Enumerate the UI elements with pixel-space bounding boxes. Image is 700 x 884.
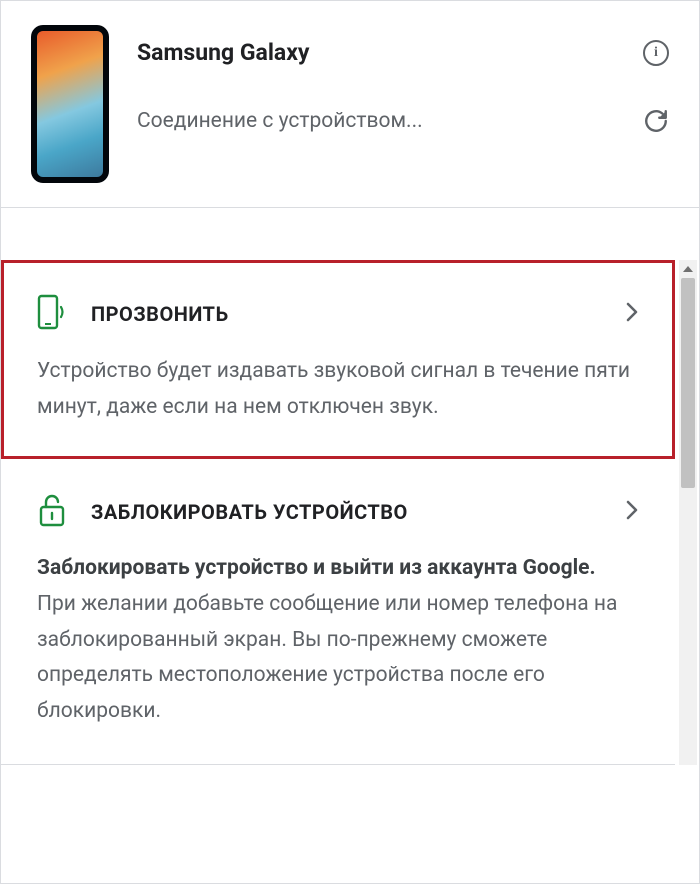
lock-card-header: ЗАБЛОКИРОВАТЬ УСТРОЙСТВО [37,493,639,531]
device-panel: Samsung Galaxy i Соединение с устройство… [0,0,700,884]
lock-title: ЗАБЛОКИРОВАТЬ УСТРОЙСТВО [91,500,408,524]
scrollbar-track[interactable] [679,260,697,765]
device-header: Samsung Galaxy i Соединение с устройство… [1,25,699,207]
status-row: Соединение с устройством... [137,108,669,134]
scrollbar-thumb[interactable] [681,278,695,488]
lock-description: Заблокировать устройство и выйти из акка… [37,551,639,729]
lock-description-rest: При желании добавьте сообщение или номер… [37,592,617,723]
ring-card-header: ПРОЗВОНИТЬ [37,294,639,334]
ring-device-card[interactable]: ПРОЗВОНИТЬ Устройство будет издавать зву… [1,260,675,459]
lock-device-card[interactable]: ЗАБЛОКИРОВАТЬ УСТРОЙСТВО Заблокировать у… [1,459,675,764]
lock-description-bold: Заблокировать устройство и выйти из акка… [37,556,596,580]
connection-status: Соединение с устройством... [137,109,423,133]
ring-icon [37,294,67,334]
device-name: Samsung Galaxy [137,39,310,66]
ring-title: ПРОЗВОНИТЬ [91,302,229,326]
title-row: Samsung Galaxy i [137,39,669,66]
ring-description: Устройство будет издавать звуковой сигна… [37,354,639,425]
refresh-icon[interactable] [643,108,669,134]
scrollbar-up-icon[interactable] [679,260,697,278]
lock-icon [37,493,67,531]
device-thumbnail [31,25,109,183]
actions-list: ПРОЗВОНИТЬ Устройство будет издавать зву… [1,260,699,765]
chevron-right-icon [625,499,639,525]
chevron-right-icon [625,301,639,327]
info-icon[interactable]: i [643,40,669,66]
spacer [1,208,699,260]
header-right: Samsung Galaxy i Соединение с устройство… [137,25,669,134]
